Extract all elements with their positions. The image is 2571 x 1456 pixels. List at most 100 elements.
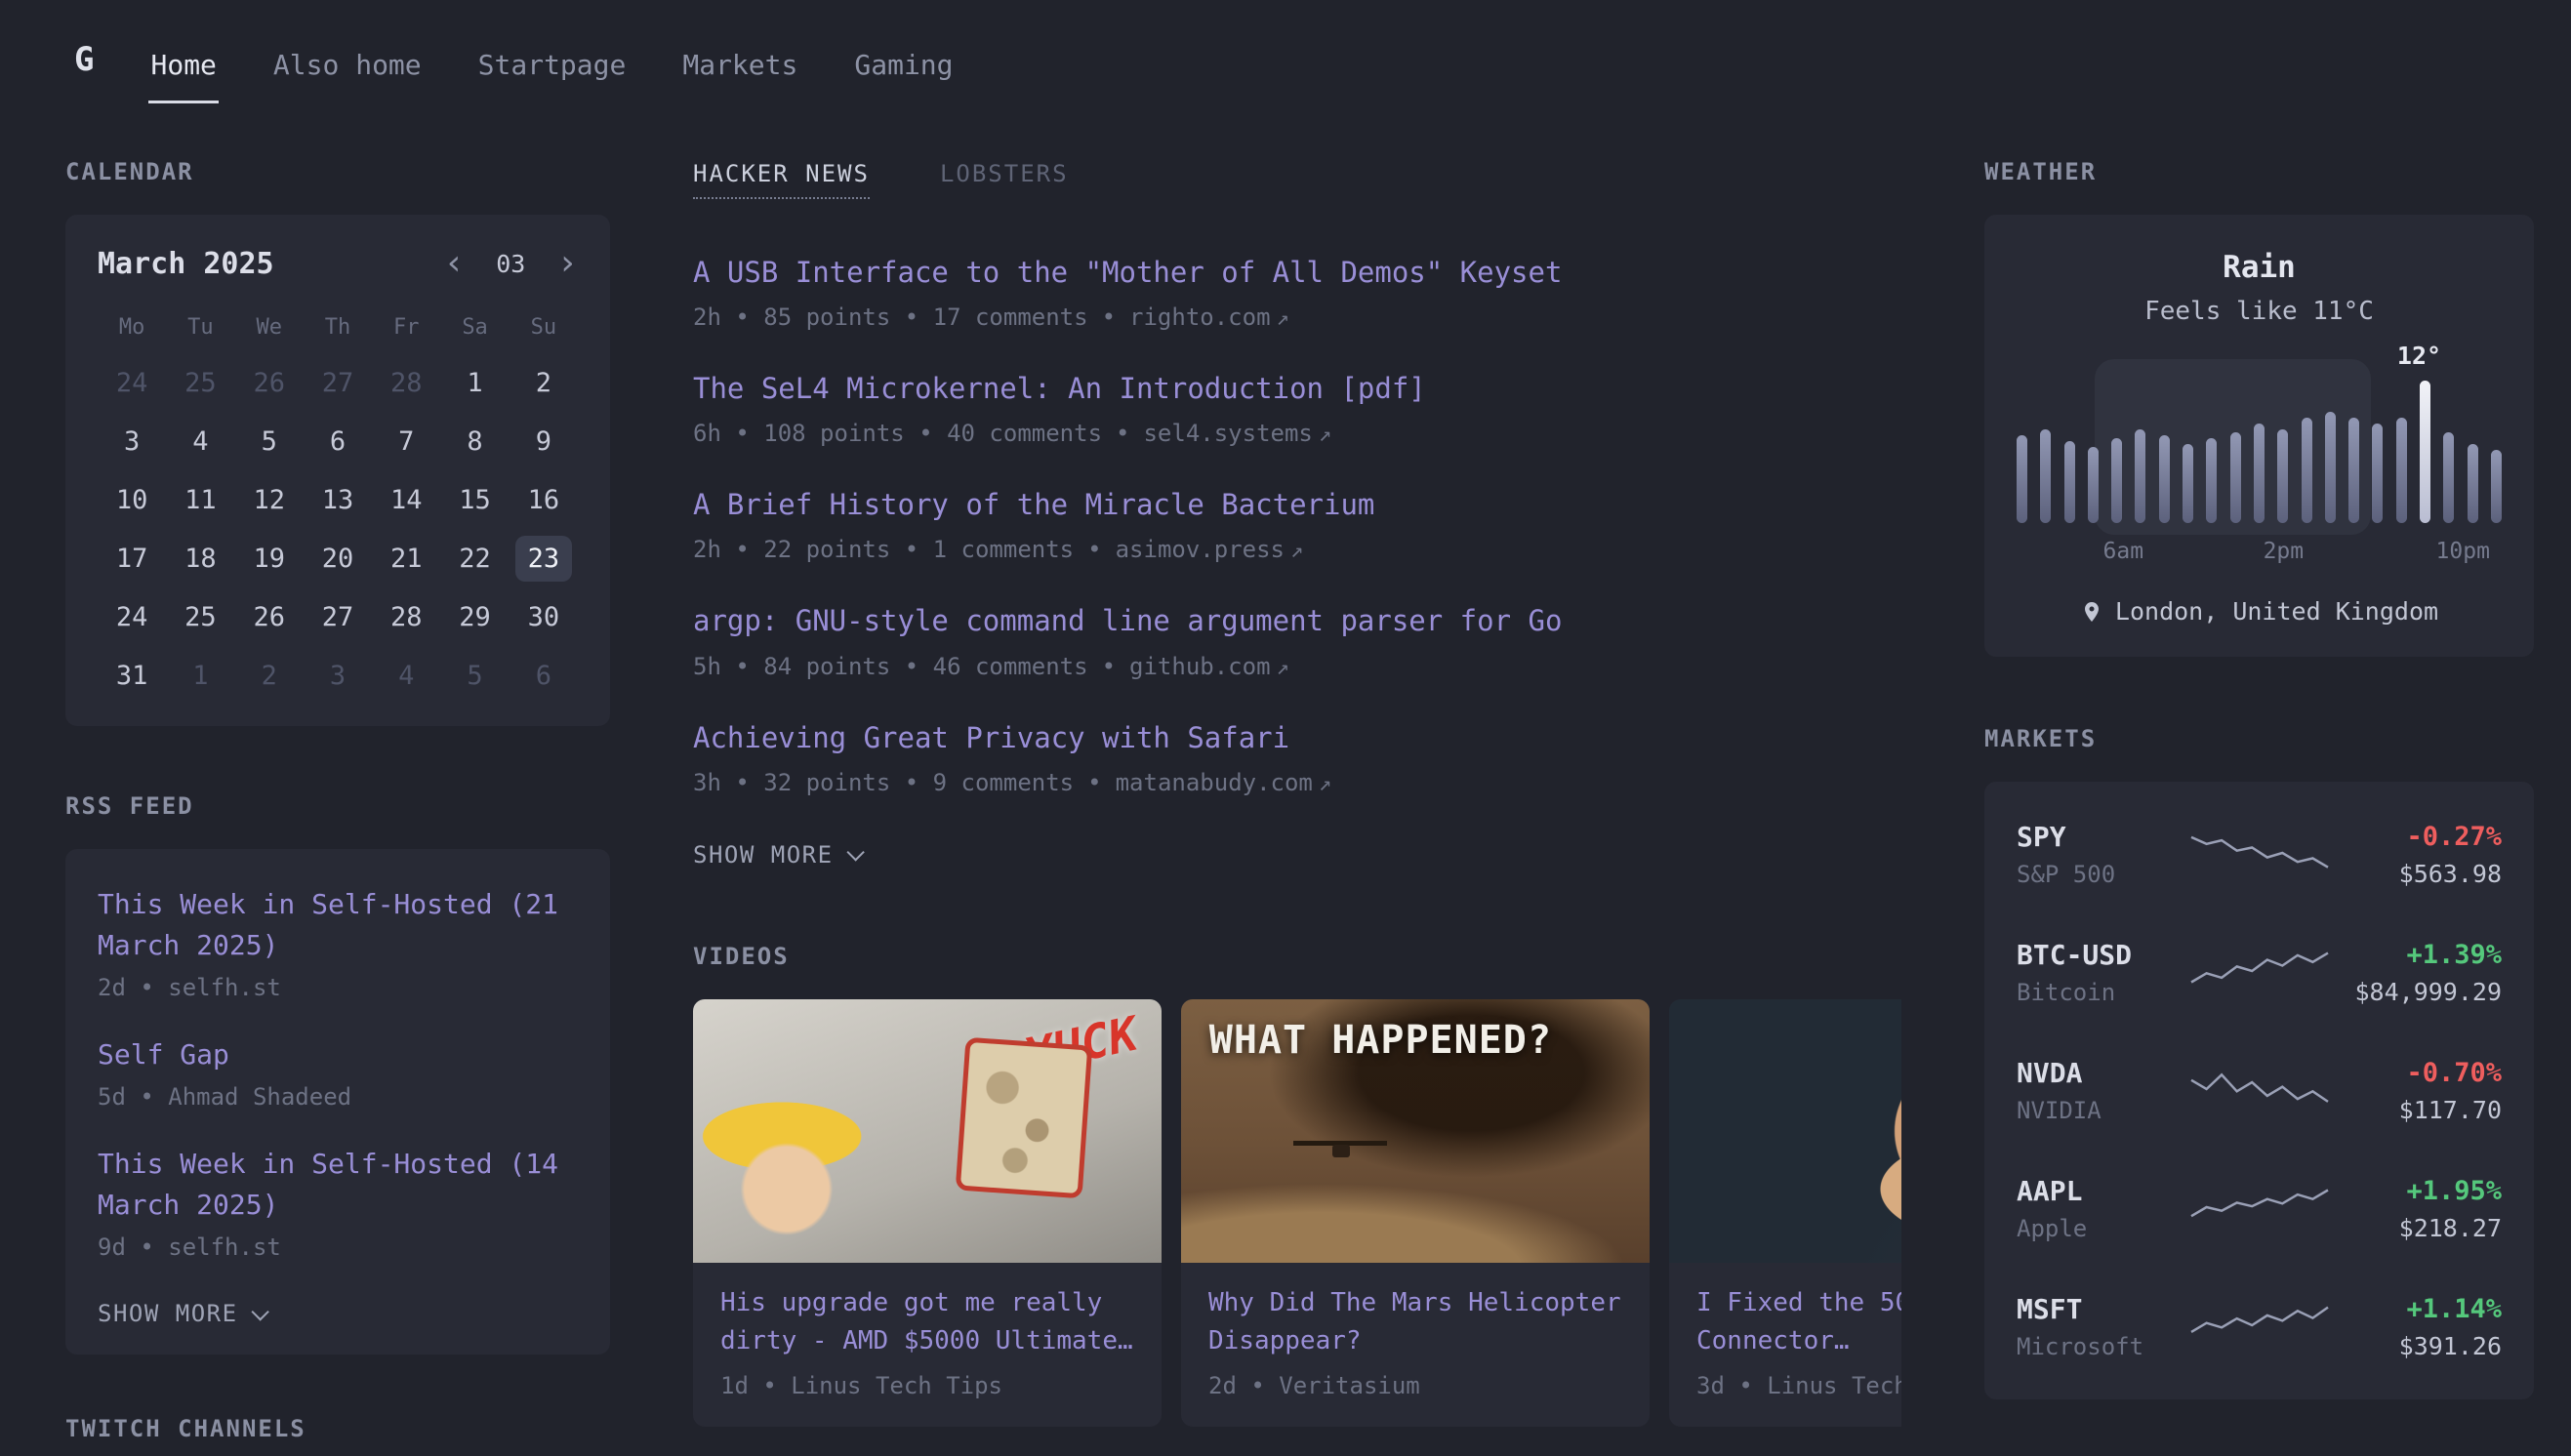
calendar-day[interactable]: 12 [235,470,304,529]
rss-item[interactable]: Self Gap5d • Ahmad Shadeed [98,1034,578,1111]
calendar-day[interactable]: 3 [304,646,372,705]
market-sparkline [2186,944,2333,998]
calendar-day[interactable]: 31 [98,646,166,705]
nav-tab-gaming[interactable]: Gaming [852,16,955,103]
calendar-day[interactable]: 21 [372,529,440,587]
calendar-day[interactable]: 13 [304,470,372,529]
calendar-day[interactable]: 4 [372,646,440,705]
news-item[interactable]: argp: GNU-style command line argument pa… [693,602,1901,679]
video-title[interactable]: His upgrade got me really dirty - AMD $5… [720,1284,1134,1360]
calendar-prev-button[interactable]: ‹ [444,246,466,281]
calendar-day[interactable]: 16 [510,470,578,529]
news-item-source[interactable]: righto.com↗ [1129,303,1289,331]
market-row[interactable]: BTC-USDBitcoin+1.39%$84,999.29 [2017,913,2502,1031]
calendar-day[interactable]: 5 [235,412,304,470]
calendar-day[interactable]: 18 [166,529,234,587]
video-thumbnail[interactable]: DOTT [1669,999,1901,1263]
rss-item-title[interactable]: This Week in Self-Hosted (21 March 2025) [98,884,578,966]
calendar-weekday: Mo [98,303,166,353]
rss-show-more-button[interactable]: SHOW MORE [98,1300,265,1327]
video-title[interactable]: I Fixed the 5090 Power Connector… [1696,1284,1901,1360]
calendar-day[interactable]: 28 [372,353,440,412]
calendar-day[interactable]: 6 [510,646,578,705]
calendar-day[interactable]: 19 [235,529,304,587]
video-thumbnail[interactable]: WHAT HAPPENED? [1181,999,1650,1263]
nav-tab-also-home[interactable]: Also home [271,16,424,103]
nav-tab-home[interactable]: Home [148,16,218,103]
news-item-info: 6h • 108 points • 40 comments [693,420,1102,447]
calendar-day[interactable]: 7 [372,412,440,470]
market-row[interactable]: NVDANVIDIA-0.70%$117.70 [2017,1031,2502,1150]
calendar-day[interactable]: 27 [304,587,372,646]
calendar-day[interactable]: 10 [98,470,166,529]
news-item-title[interactable]: The SeL4 Microkernel: An Introduction [p… [693,370,1901,408]
market-row[interactable]: MSFTMicrosoft+1.14%$391.26 [2017,1268,2502,1386]
calendar-day[interactable]: 26 [235,587,304,646]
news-item-title[interactable]: A USB Interface to the "Mother of All De… [693,254,1901,292]
rss-item-title[interactable]: This Week in Self-Hosted (14 March 2025) [98,1144,578,1226]
nav-tab-markets[interactable]: Markets [680,16,799,103]
market-sparkline [2186,1180,2333,1234]
market-ticker[interactable]: AAPL [2017,1175,2186,1207]
tab-lobsters[interactable]: LOBSTERS [940,160,1069,199]
calendar-day[interactable]: 2 [235,646,304,705]
video-thumbnail[interactable]: YUCK↙ [693,999,1162,1263]
calendar-day[interactable]: 5 [440,646,509,705]
market-ticker[interactable]: SPY [2017,821,2186,853]
calendar-day[interactable]: 1 [166,646,234,705]
calendar-day[interactable]: 17 [98,529,166,587]
tab-hacker-news[interactable]: HACKER NEWS [693,160,870,199]
calendar-day[interactable]: 24 [98,587,166,646]
video-card[interactable]: DOTTI Fixed the 5090 Power Connector…3d … [1669,999,1901,1427]
calendar-day[interactable]: 23 [510,529,578,587]
calendar-day[interactable]: 27 [304,353,372,412]
calendar-day[interactable]: 8 [440,412,509,470]
calendar-day[interactable]: 20 [304,529,372,587]
calendar-day[interactable]: 15 [440,470,509,529]
external-link-icon: ↗ [1290,539,1303,563]
market-ticker[interactable]: BTC-USD [2017,939,2186,971]
rss-item[interactable]: This Week in Self-Hosted (14 March 2025)… [98,1144,578,1261]
news-item-title[interactable]: A Brief History of the Miracle Bacterium [693,486,1901,524]
market-ticker[interactable]: MSFT [2017,1293,2186,1325]
calendar-day[interactable]: 29 [440,587,509,646]
news-item-source[interactable]: sel4.systems↗ [1143,420,1331,447]
news-item-title[interactable]: argp: GNU-style command line argument pa… [693,602,1901,640]
calendar-day[interactable]: 28 [372,587,440,646]
news-show-more-button[interactable]: SHOW MORE [693,841,860,869]
calendar-day[interactable]: 4 [166,412,234,470]
news-item-source[interactable]: github.com↗ [1129,653,1289,680]
calendar-day[interactable]: 25 [166,353,234,412]
calendar-day[interactable]: 14 [372,470,440,529]
calendar-day[interactable]: 24 [98,353,166,412]
market-ticker[interactable]: NVDA [2017,1057,2186,1089]
news-item[interactable]: A USB Interface to the "Mother of All De… [693,254,1901,331]
bullet-separator: • [1102,653,1116,680]
calendar-day[interactable]: 2 [510,353,578,412]
calendar-day[interactable]: 25 [166,587,234,646]
calendar-day[interactable]: 11 [166,470,234,529]
calendar-day[interactable]: 6 [304,412,372,470]
news-item[interactable]: A Brief History of the Miracle Bacterium… [693,486,1901,563]
news-item-source[interactable]: matanabudy.com↗ [1116,769,1332,796]
nav-tab-startpage[interactable]: Startpage [476,16,629,103]
market-row[interactable]: SPYS&P 500-0.27%$563.98 [2017,795,2502,913]
news-item-title[interactable]: Achieving Great Privacy with Safari [693,719,1901,757]
rss-item-title[interactable]: Self Gap [98,1034,578,1075]
news-item-source[interactable]: asimov.press↗ [1116,536,1304,563]
app-logo[interactable]: G [74,40,94,79]
news-item[interactable]: Achieving Great Privacy with Safari3h • … [693,719,1901,796]
video-card[interactable]: YUCK↙ His upgrade got me really dirty - A… [693,999,1162,1427]
video-card[interactable]: WHAT HAPPENED? Why Did The Mars Helicopte… [1181,999,1650,1427]
calendar-day[interactable]: 9 [510,412,578,470]
calendar-day[interactable]: 3 [98,412,166,470]
news-item[interactable]: The SeL4 Microkernel: An Introduction [p… [693,370,1901,447]
video-title[interactable]: Why Did The Mars Helicopter Disappear? [1208,1284,1622,1360]
calendar-day[interactable]: 22 [440,529,509,587]
calendar-day[interactable]: 26 [235,353,304,412]
rss-item[interactable]: This Week in Self-Hosted (21 March 2025)… [98,884,578,1001]
calendar-day[interactable]: 1 [440,353,509,412]
calendar-day[interactable]: 30 [510,587,578,646]
market-row[interactable]: AAPLApple+1.95%$218.27 [2017,1150,2502,1268]
calendar-next-button[interactable]: › [556,246,578,281]
